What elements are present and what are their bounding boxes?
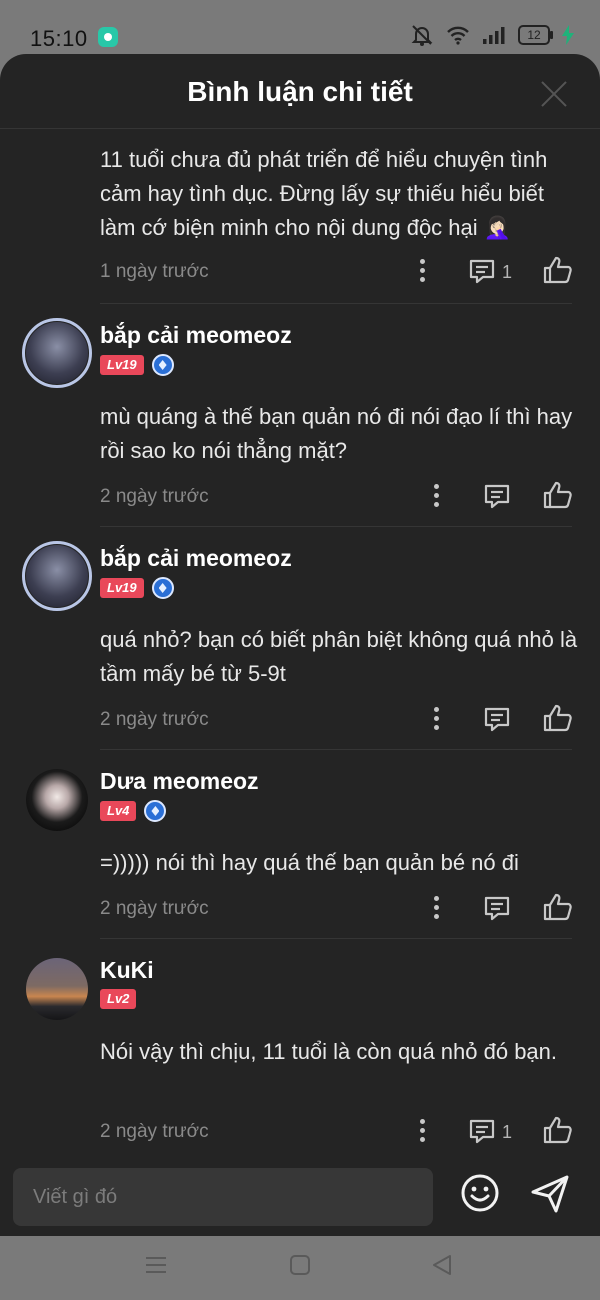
- mute-bell-icon: [411, 25, 433, 46]
- comment-text: 11 tuổi chưa đủ phát triển để hiểu chuyệ…: [100, 147, 548, 240]
- signal-icon: [483, 27, 505, 44]
- app-notification-icon: [98, 27, 118, 47]
- comment-text: mù quáng à thế bạn quản nó đi nói đạo lí…: [100, 404, 573, 463]
- divider: [100, 526, 572, 527]
- battery-level: 12: [518, 25, 553, 45]
- comment-composer: [0, 1160, 600, 1236]
- status-icons: 12: [410, 24, 574, 46]
- comment-list[interactable]: 11 tuổi chưa đủ phát triển để hiểu chuyệ…: [0, 129, 600, 1160]
- reply-icon[interactable]: [483, 705, 511, 733]
- more-options-icon[interactable]: [419, 1118, 425, 1144]
- comment-detail-sheet: Bình luận chi tiết 11 tuổi chưa đủ phát …: [0, 54, 600, 1236]
- charging-icon: [562, 25, 574, 45]
- reply-icon[interactable]: [483, 894, 511, 922]
- comment-text: =))))) nói thì hay quá thế bạn quản bé n…: [100, 850, 519, 875]
- user-badges: Lv2: [100, 989, 137, 1009]
- home-icon[interactable]: [289, 1254, 311, 1276]
- reply-icon[interactable]: [468, 1117, 496, 1145]
- avatar[interactable]: [26, 322, 88, 384]
- avatar[interactable]: [26, 958, 88, 1020]
- user-badges: Lv19: [100, 354, 174, 376]
- like-icon[interactable]: [542, 1115, 572, 1145]
- reply-icon[interactable]: [483, 482, 511, 510]
- divider: [100, 303, 572, 304]
- comment-time: 2 ngày trước: [100, 898, 209, 919]
- wifi-icon: [447, 26, 469, 45]
- like-icon[interactable]: [542, 480, 572, 510]
- emoji-icon[interactable]: [460, 1173, 500, 1213]
- level-badge: Lv2: [100, 989, 137, 1009]
- send-icon[interactable]: [528, 1172, 572, 1216]
- more-options-icon[interactable]: [433, 483, 439, 509]
- user-badges: Lv19: [100, 577, 174, 599]
- avatar[interactable]: [26, 769, 88, 831]
- comment-author[interactable]: bắp cải meomeoz: [100, 322, 292, 349]
- comment-input[interactable]: [13, 1168, 433, 1226]
- navigation-bar: [0, 1236, 600, 1300]
- reply-count: 1: [502, 262, 513, 282]
- comment-author[interactable]: Dưa meomeoz: [100, 768, 259, 795]
- comment-text: quá nhỏ? bạn có biết phân biệt không quá…: [100, 627, 578, 686]
- divider: [100, 749, 572, 750]
- comment-author[interactable]: bắp cải meomeoz: [100, 545, 292, 572]
- comment-time: 2 ngày trước: [100, 709, 209, 730]
- user-badges: Lv4: [100, 800, 167, 822]
- menu-icon[interactable]: [145, 1254, 167, 1276]
- status-time: 15:10: [30, 26, 88, 51]
- back-icon[interactable]: [431, 1254, 453, 1276]
- more-options-icon[interactable]: [419, 258, 425, 284]
- sheet-title: Bình luận chi tiết: [187, 76, 413, 107]
- reply-count: 1: [502, 1122, 513, 1142]
- level-badge: Lv4: [100, 801, 137, 821]
- like-icon[interactable]: [542, 255, 572, 285]
- comment-time: 1 ngày trước: [100, 261, 209, 282]
- comment-text: Nói vậy thì chịu, 11 tuổi là còn quá nhỏ…: [100, 1039, 558, 1064]
- vip-badge-icon: [144, 800, 167, 822]
- reply-icon[interactable]: [468, 257, 496, 285]
- more-options-icon[interactable]: [433, 895, 439, 921]
- level-badge: Lv19: [100, 578, 144, 598]
- divider: [100, 938, 572, 939]
- level-badge: Lv19: [100, 355, 144, 375]
- like-icon[interactable]: [542, 892, 572, 922]
- close-button[interactable]: [540, 80, 568, 108]
- comment-time: 2 ngày trước: [100, 1121, 209, 1142]
- comment-time: 2 ngày trước: [100, 486, 209, 507]
- sheet-header: Bình luận chi tiết: [0, 54, 600, 129]
- comment-author[interactable]: KuKi: [100, 957, 154, 984]
- more-options-icon[interactable]: [433, 706, 439, 732]
- vip-badge-icon: [151, 354, 174, 376]
- vip-badge-icon: [151, 577, 174, 599]
- avatar[interactable]: [26, 545, 88, 607]
- like-icon[interactable]: [542, 703, 572, 733]
